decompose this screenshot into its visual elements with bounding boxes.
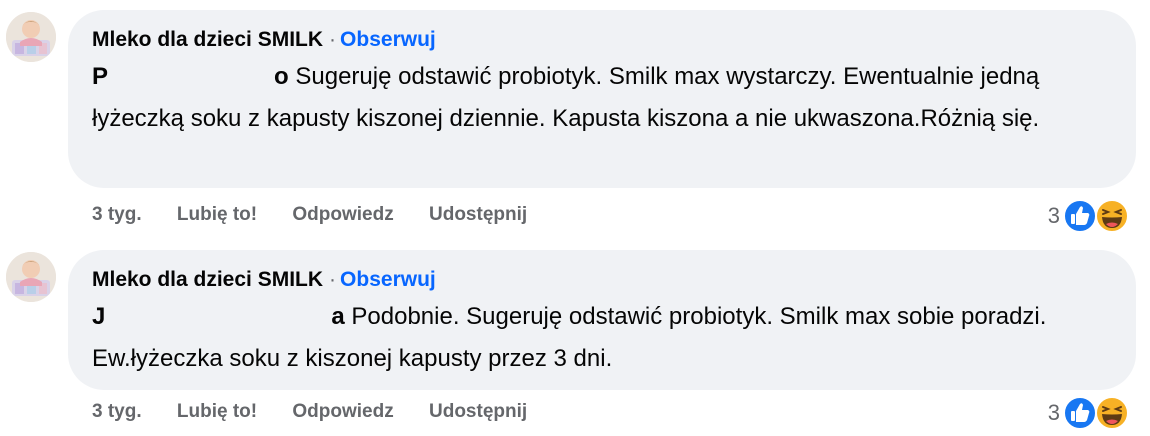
separator-dot: · <box>329 268 337 291</box>
comment-header: Mleko dla dzieci SMILK · Obserwuj <box>92 24 1112 56</box>
reactions-summary[interactable]: 3 <box>1048 198 1130 234</box>
separator-dot: · <box>329 28 337 51</box>
follow-button[interactable]: Obserwuj <box>340 268 436 291</box>
comment-bubble: Mleko dla dzieci SMILK · Obserwuj Po Suger… <box>68 10 1136 188</box>
reaction-count: 3 <box>1047 400 1060 425</box>
mention-first: P <box>92 63 109 90</box>
mention-first: J <box>92 303 106 330</box>
comment-text: Po Sugeruję odstawić probiotyk. Smilk ma… <box>92 56 1112 140</box>
like-button[interactable]: Lubię to! <box>177 204 257 226</box>
like-icon <box>1063 199 1097 233</box>
reaction-icons <box>1062 395 1130 431</box>
like-icon <box>1063 396 1097 430</box>
avatar-image <box>6 12 56 62</box>
comment-actions: 3 tyg. Lubię to! Odpowiedz Udostępnij <box>92 401 557 423</box>
share-button[interactable]: Udostępnij <box>429 401 527 423</box>
comment-bubble: Mleko dla dzieci SMILK · Obserwuj Ja Podob… <box>68 250 1136 390</box>
reply-button[interactable]: Odpowiedz <box>292 401 393 423</box>
mention-link[interactable]: Po <box>92 63 289 90</box>
like-button[interactable]: Lubię to! <box>177 401 257 423</box>
mention-link[interactable]: Ja <box>92 303 345 330</box>
share-button[interactable]: Udostępnij <box>429 204 527 226</box>
comment-text: Ja Podobnie. Sugeruję odstawić probiotyk… <box>92 296 1112 380</box>
haha-icon <box>1095 396 1129 430</box>
haha-icon <box>1095 199 1129 233</box>
mention-last: o <box>274 63 289 90</box>
avatar-image <box>6 252 56 302</box>
comment-header: Mleko dla dzieci SMILK · Obserwuj <box>92 264 1112 296</box>
author-name[interactable]: Mleko dla dzieci SMILK <box>92 28 323 51</box>
reaction-count: 3 <box>1047 203 1060 228</box>
comment-actions: 3 tyg. Lubię to! Odpowiedz Udostępnij <box>92 204 557 226</box>
author-name[interactable]: Mleko dla dzieci SMILK <box>92 268 323 291</box>
avatar[interactable] <box>6 12 56 62</box>
comment-time[interactable]: 3 tyg. <box>92 204 142 226</box>
avatar[interactable] <box>6 252 56 302</box>
follow-button[interactable]: Obserwuj <box>340 28 436 51</box>
mention-last: a <box>331 303 345 330</box>
comment-time[interactable]: 3 tyg. <box>92 401 142 423</box>
reply-button[interactable]: Odpowiedz <box>292 204 393 226</box>
reaction-icons <box>1062 198 1130 234</box>
reactions-summary[interactable]: 3 <box>1048 395 1130 431</box>
